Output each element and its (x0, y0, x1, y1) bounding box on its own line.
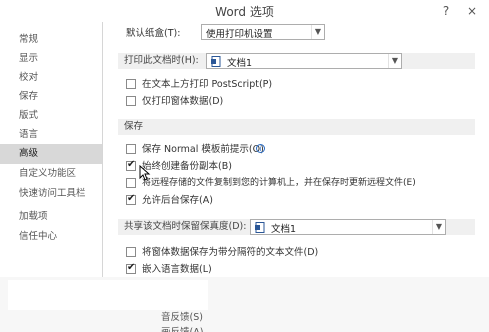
remote-copy-checkbox[interactable] (126, 178, 136, 188)
save-section-header: 保存 (118, 119, 475, 135)
sidebar-item-advanced[interactable]: 高级 (0, 144, 102, 164)
embed-lang-label: 嵌入语言数据(L) (142, 264, 212, 275)
embed-lang-checkbox[interactable]: ✔ (126, 262, 136, 274)
document-icon (255, 222, 265, 233)
sidebar: 常规 显示 校对 保存 版式 语言 高级 自定义功能区 快速访问工具栏 加载项 … (0, 22, 103, 277)
sidebar-item-proofing[interactable]: 校对 (0, 68, 102, 88)
window-title: Word 选项 (215, 5, 274, 19)
save-form-data-checkbox[interactable] (126, 247, 136, 257)
print-doc-label: 打印此文档时(H): (124, 55, 199, 66)
sidebar-item-quick-access[interactable]: 快速访问工具栏 (0, 184, 102, 204)
fidelity-label: 共享该文档时保留保真度(D): (124, 221, 247, 232)
sidebar-item-display[interactable]: 显示 (0, 49, 102, 69)
lower-panel-overlay (8, 280, 208, 310)
background-save-label: 允许后台保存(A) (142, 195, 213, 206)
close-icon[interactable]: × (462, 2, 482, 20)
default-tray-select[interactable]: 使用打印机设置 ▼ (201, 24, 325, 40)
form-data-checkbox[interactable] (126, 96, 136, 106)
title-bar: Word 选项 ? × (0, 0, 489, 22)
prompt-normal-checkbox[interactable] (126, 144, 136, 154)
help-icon[interactable]: ? (436, 2, 456, 20)
sidebar-item-language[interactable]: 语言 (0, 125, 102, 145)
sidebar-item-save[interactable]: 保存 (0, 87, 102, 107)
save-section-title: 保存 (124, 121, 144, 132)
prompt-normal-label: 保存 Normal 模板前提示(O) (142, 144, 264, 155)
default-tray-label: 默认纸盒(T): (126, 28, 181, 39)
fidelity-doc-select[interactable]: 文档1 ▼ (250, 219, 446, 235)
sidebar-item-general[interactable]: 常规 (0, 30, 102, 50)
postscript-label: 在文本上方打印 PostScript(P) (142, 79, 273, 90)
sidebar-item-customize-ribbon[interactable]: 自定义功能区 (0, 164, 102, 184)
info-icon[interactable]: i (256, 144, 265, 153)
remote-copy-label: 将远程存储的文件复制到您的计算机上，并在保存时更新远程文件(E) (142, 178, 416, 188)
postscript-checkbox[interactable] (126, 79, 136, 89)
print-doc-select[interactable]: 文档1 ▼ (206, 53, 402, 69)
sidebar-item-trust-center[interactable]: 信任中心 (0, 227, 102, 247)
print-doc-value: 文档1 (227, 58, 253, 69)
save-form-data-label: 将窗体数据保存为带分隔符的文本文件(D) (142, 247, 319, 258)
form-data-label: 仅打印窗体数据(D) (142, 96, 224, 107)
sidebar-item-typography[interactable]: 版式 (0, 106, 102, 126)
animation-feedback-label: 画反馈(A) (161, 324, 203, 332)
checkmark-icon: ✔ (127, 262, 136, 273)
chevron-down-icon: ▼ (388, 54, 401, 68)
sound-feedback-label: 音反馈(S) (161, 312, 203, 323)
checkmark-icon: ✔ (127, 193, 136, 204)
document-icon (211, 56, 221, 67)
default-tray-value: 使用打印机设置 (206, 29, 273, 40)
backup-label: 始终创建备份副本(B) (142, 161, 232, 172)
checkmark-icon: ✔ (127, 159, 136, 170)
chevron-down-icon: ▼ (311, 25, 324, 39)
mouse-pointer-icon (139, 165, 151, 181)
fidelity-doc-value: 文档1 (271, 224, 297, 235)
sidebar-item-addins[interactable]: 加载项 (0, 207, 102, 227)
background-save-checkbox[interactable]: ✔ (126, 193, 136, 205)
backup-checkbox[interactable]: ✔ (126, 159, 136, 171)
chevron-down-icon: ▼ (432, 220, 445, 234)
